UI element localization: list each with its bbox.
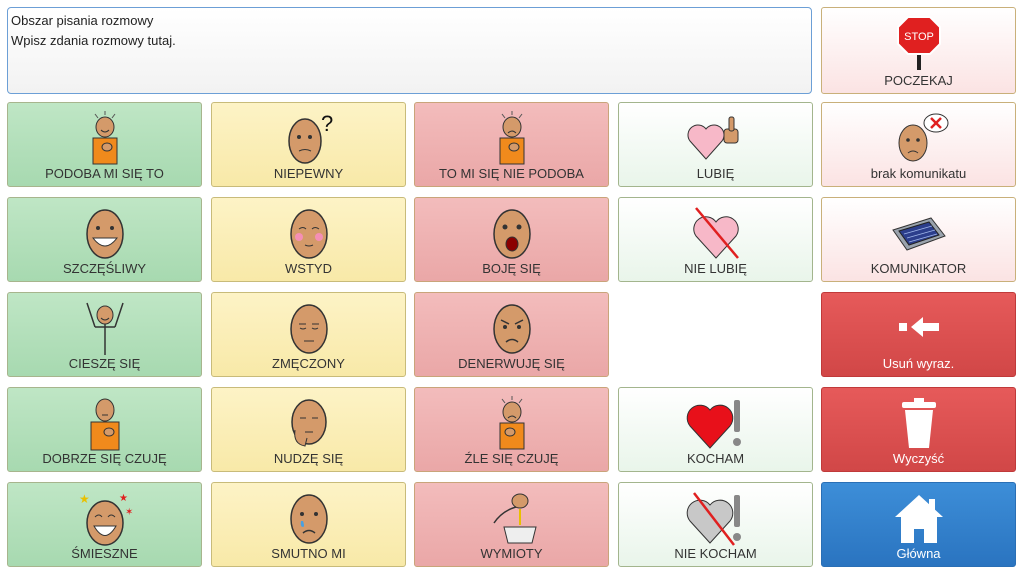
person-happy-icon	[73, 109, 137, 167]
tile-szczesliwy-label: SZCZĘŚLIWY	[62, 261, 147, 276]
tile-denerwuje[interactable]: DENERWUJĘ SIĘ	[414, 292, 609, 377]
conversation-hint: Wpisz zdania rozmowy tutaj.	[11, 33, 176, 48]
stop-sign-text: STOP	[904, 31, 934, 43]
tile-nudze[interactable]: NUDZĘ SIĘ	[211, 387, 406, 472]
face-scared-icon	[480, 204, 544, 262]
svg-text:✶: ✶	[125, 507, 133, 518]
trash-icon	[887, 394, 951, 452]
wait-button[interactable]: STOP POCZEKAJ	[821, 7, 1016, 94]
tile-zle[interactable]: ŹLE SIĘ CZUJĘ	[414, 387, 609, 472]
communicator-device-icon	[887, 204, 951, 262]
home-icon	[887, 489, 951, 547]
face-unsure-icon: ?	[277, 109, 341, 167]
delete-word-button[interactable]: Usuń wyraz.	[821, 292, 1016, 377]
red-heart-exclamation-icon	[684, 394, 748, 452]
conversation-title: Obszar pisania rozmowy	[11, 13, 154, 28]
tile-smieszne[interactable]: ★ ★ ✶ ŚMIESZNE	[7, 482, 202, 567]
grey-heart-crossed-icon	[684, 489, 748, 547]
tile-denerwuje-label: DENERWUJĘ SIĘ	[458, 356, 565, 371]
tile-szczesliwy[interactable]: SZCZĘŚLIWY	[7, 197, 202, 282]
home-label: Główna	[896, 546, 941, 561]
tile-boje[interactable]: BOJĘ SIĘ	[414, 197, 609, 282]
svg-text:★: ★	[79, 492, 90, 506]
tile-dobrze-label: DOBRZE SIĘ CZUJĘ	[42, 451, 167, 466]
tile-nie-podoba-label: TO MI SIĘ NIE PODOBA	[439, 166, 584, 181]
tile-zle-label: ŹLE SIĘ CZUJĘ	[464, 451, 559, 466]
heart-crossed-icon	[684, 204, 748, 262]
person-vomiting-icon	[480, 489, 544, 547]
tile-wymioty-label: WYMIOTY	[480, 546, 543, 561]
face-tired-icon	[277, 299, 341, 357]
tile-nudze-label: NUDZĘ SIĘ	[273, 451, 344, 466]
face-angry-icon	[480, 299, 544, 357]
clear-label: Wyczyść	[892, 451, 945, 466]
tile-kocham-label: KOCHAM	[686, 451, 745, 466]
tile-wstyd[interactable]: WSTYD	[211, 197, 406, 282]
tile-wstyd-label: WSTYD	[285, 261, 332, 276]
tile-smutno-label: SMUTNO MI	[271, 546, 346, 561]
tile-brak-label: brak komunikatu	[870, 166, 967, 181]
face-bored-icon	[277, 394, 341, 452]
tile-wymioty[interactable]: WYMIOTY	[414, 482, 609, 567]
tile-podoba[interactable]: PODOBA MI SIĘ TO	[7, 102, 202, 187]
tile-zmeczony[interactable]: ZMĘCZONY	[211, 292, 406, 377]
face-happy-icon	[73, 204, 137, 262]
person-fine-icon	[73, 394, 137, 452]
tile-komunikator-label: KOMUNIKATOR	[870, 261, 967, 276]
home-button[interactable]: Główna	[821, 482, 1016, 567]
heart-thumbs-up-icon	[684, 109, 748, 167]
conversation-input[interactable]: Obszar pisania rozmowy Wpisz zdania rozm…	[7, 7, 812, 94]
tile-zmeczony-label: ZMĘCZONY	[272, 356, 345, 371]
tile-kocham[interactable]: KOCHAM	[618, 387, 813, 472]
delete-word-label: Usuń wyraz.	[882, 356, 955, 371]
tile-niepewny[interactable]: ? NIEPEWNY	[211, 102, 406, 187]
person-unhappy-icon	[480, 109, 544, 167]
tile-lubie[interactable]: LUBIĘ	[618, 102, 813, 187]
tile-brak[interactable]: brak komunikatu	[821, 102, 1016, 187]
stop-sign-icon: STOP	[887, 14, 951, 72]
clear-button[interactable]: Wyczyść	[821, 387, 1016, 472]
tile-komunikator[interactable]: KOMUNIKATOR	[821, 197, 1016, 282]
tile-ciesze-label: CIESZĘ SIĘ	[68, 356, 141, 371]
no-message-face-icon	[887, 109, 951, 167]
svg-text:★: ★	[119, 493, 128, 504]
tile-smieszne-label: ŚMIESZNE	[71, 546, 138, 561]
tile-lubie-label: LUBIĘ	[696, 166, 735, 181]
face-laughing-icon: ★ ★ ✶	[73, 489, 137, 547]
person-cheering-icon	[73, 299, 137, 357]
tile-dobrze[interactable]: DOBRZE SIĘ CZUJĘ	[7, 387, 202, 472]
wait-label: POCZEKAJ	[884, 73, 953, 88]
tile-boje-label: BOJĘ SIĘ	[482, 261, 541, 276]
svg-text:?: ?	[321, 111, 333, 136]
face-ashamed-icon	[277, 204, 341, 262]
tile-nie-kocham-label: NIE KOCHAM	[674, 546, 757, 561]
tile-podoba-label: PODOBA MI SIĘ TO	[45, 166, 164, 181]
face-sad-icon	[277, 489, 341, 547]
tile-niepewny-label: NIEPEWNY	[273, 166, 344, 181]
tile-nie-lubie-label: NIE LUBIĘ	[684, 261, 747, 276]
backspace-arrow-icon	[887, 299, 951, 357]
tile-nie-lubie[interactable]: NIE LUBIĘ	[618, 197, 813, 282]
tile-nie-podoba[interactable]: TO MI SIĘ NIE PODOBA	[414, 102, 609, 187]
tile-smutno[interactable]: SMUTNO MI	[211, 482, 406, 567]
person-unwell-icon	[480, 394, 544, 452]
tile-nie-kocham[interactable]: NIE KOCHAM	[618, 482, 813, 567]
tile-ciesze[interactable]: CIESZĘ SIĘ	[7, 292, 202, 377]
